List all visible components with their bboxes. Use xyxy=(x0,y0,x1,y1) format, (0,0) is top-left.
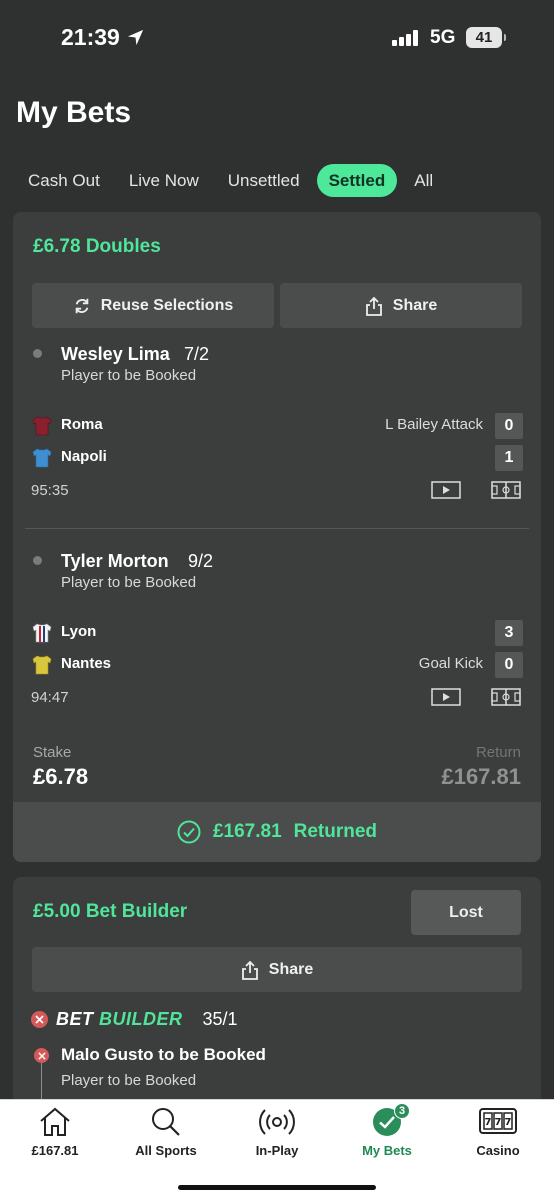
home-icon xyxy=(40,1107,70,1136)
reuse-selections-label: Reuse Selections xyxy=(100,296,234,314)
score-home: 0 xyxy=(495,413,523,439)
leg-title: Malo Gusto to be Booked xyxy=(61,1045,266,1064)
nav-in-play[interactable]: In-Play xyxy=(222,1100,332,1170)
bet-builder-word-builder: BUILDER xyxy=(99,1008,183,1029)
location-arrow-icon xyxy=(127,29,144,46)
tab-live-now[interactable]: Live Now xyxy=(117,164,211,197)
nav-in-play-label: In-Play xyxy=(255,1143,299,1158)
nantes-shirt-icon xyxy=(32,655,52,675)
selection-status-dot xyxy=(33,556,42,565)
tab-all[interactable]: All xyxy=(402,164,445,197)
stake-value: £6.78 xyxy=(33,764,89,789)
video-play-icon[interactable] xyxy=(431,687,461,707)
bet-title: £5.00 Bet Builder xyxy=(33,901,188,922)
nav-home-label: £167.81 xyxy=(31,1143,79,1158)
nav-my-bets[interactable]: 3 My Bets xyxy=(332,1100,442,1170)
pitch-icon[interactable] xyxy=(491,687,521,707)
team-row-home: Roma L Bailey Attack 0 xyxy=(31,413,523,439)
team-row-away: Napoli 1 xyxy=(31,445,523,471)
team-name: Roma xyxy=(61,416,103,433)
status-time: 21:39 xyxy=(61,24,120,50)
bet-card-bet-builder: £5.00 Bet Builder Lost Share BET BUILDER… xyxy=(13,877,541,1117)
nav-home[interactable]: £167.81 xyxy=(0,1100,110,1170)
tab-unsettled[interactable]: Unsettled xyxy=(216,164,312,197)
returned-amount: £167.81 xyxy=(212,821,282,842)
score-away: 0 xyxy=(495,652,523,678)
check-circle-icon xyxy=(177,820,201,844)
roma-shirt-icon xyxy=(32,416,52,436)
signal-icon xyxy=(392,30,420,46)
selection-odds: 9/2 xyxy=(188,551,214,571)
bet-builder-logo: BET BUILDER xyxy=(56,1009,183,1030)
team-name: Napoli xyxy=(61,448,107,465)
bet-builder-word-bet: BET xyxy=(56,1008,94,1029)
nav-all-sports-label: All Sports xyxy=(135,1143,197,1158)
lost-status-button[interactable]: Lost xyxy=(411,890,521,935)
stake-label: Stake xyxy=(33,744,72,761)
battery-icon: 41 xyxy=(466,27,506,48)
selection-market: Player to be Booked xyxy=(61,367,197,384)
score-away: 1 xyxy=(495,445,523,471)
bet-builder-odds: 35/1 xyxy=(202,1008,238,1029)
network-label: 5G xyxy=(430,27,456,48)
team-name: Nantes xyxy=(61,655,112,672)
lyon-shirt-icon xyxy=(32,623,52,643)
selection-divider xyxy=(25,528,529,529)
lost-x-icon xyxy=(31,1010,48,1028)
page-title: My Bets xyxy=(16,96,132,129)
reuse-selections-button[interactable]: Reuse Selections xyxy=(32,283,274,328)
svg-text:7: 7 xyxy=(505,1117,512,1128)
share-button[interactable]: Share xyxy=(32,947,522,992)
share-icon xyxy=(365,296,382,316)
returned-banner: £167.81 Returned xyxy=(13,802,541,862)
bet-card-doubles: £6.78 Doubles Reuse Selections Share Wes… xyxy=(13,212,541,862)
returned-text: Returned xyxy=(293,821,378,842)
selection-market: Player to be Booked xyxy=(61,574,197,591)
selection-odds: 7/2 xyxy=(184,344,210,364)
refresh-icon xyxy=(75,298,89,313)
napoli-shirt-icon xyxy=(32,448,52,468)
team-name: Lyon xyxy=(61,623,97,640)
score-home: 3 xyxy=(495,620,523,646)
match-media-icons xyxy=(431,480,521,500)
bet-title: £6.78 Doubles xyxy=(33,236,161,257)
nav-casino[interactable]: 777 Casino xyxy=(443,1100,553,1170)
svg-text:7: 7 xyxy=(485,1117,492,1128)
bet-builder-header: BET BUILDER 35/1 xyxy=(31,1007,238,1031)
slot-machine-icon: 777 xyxy=(479,1108,517,1134)
tab-cash-out[interactable]: Cash Out xyxy=(16,164,112,197)
share-label: Share xyxy=(268,960,314,978)
pitch-icon[interactable] xyxy=(491,480,521,500)
match-clock: 94:47 xyxy=(31,689,69,706)
status-bar: 21:39 5G 41 xyxy=(0,0,554,76)
video-play-icon[interactable] xyxy=(431,480,461,500)
leg-lost-x-icon xyxy=(34,1048,49,1063)
nav-casino-label: Casino xyxy=(476,1143,520,1158)
team-row-away: Nantes Goal Kick 0 xyxy=(31,652,523,678)
nav-my-bets-label: My Bets xyxy=(362,1143,412,1158)
svg-text:7: 7 xyxy=(495,1117,502,1128)
return-value: £167.81 xyxy=(441,764,521,789)
match-clock: 95:35 xyxy=(31,482,69,499)
bet-filter-tabs: Cash Out Live Now Unsettled Settled All xyxy=(16,164,450,198)
selection-player: Tyler Morton xyxy=(61,551,169,571)
my-bets-badge: 3 xyxy=(394,1103,410,1119)
tab-settled[interactable]: Settled xyxy=(316,164,398,197)
return-label: Return xyxy=(475,744,521,761)
match-event: Goal Kick xyxy=(418,655,483,672)
live-icon xyxy=(259,1109,295,1135)
home-indicator[interactable] xyxy=(178,1185,376,1190)
leg-market: Player to be Booked xyxy=(61,1072,197,1089)
match-event: L Bailey Attack xyxy=(385,416,483,433)
selection-player: Wesley Lima xyxy=(61,344,170,364)
match-media-icons xyxy=(431,687,521,707)
share-icon xyxy=(241,960,258,980)
share-button[interactable]: Share xyxy=(280,283,522,328)
share-label: Share xyxy=(392,296,438,314)
nav-all-sports[interactable]: All Sports xyxy=(111,1100,221,1170)
selection-status-dot xyxy=(33,349,42,358)
search-icon xyxy=(152,1108,180,1136)
team-row-home: Lyon 3 xyxy=(31,620,523,646)
